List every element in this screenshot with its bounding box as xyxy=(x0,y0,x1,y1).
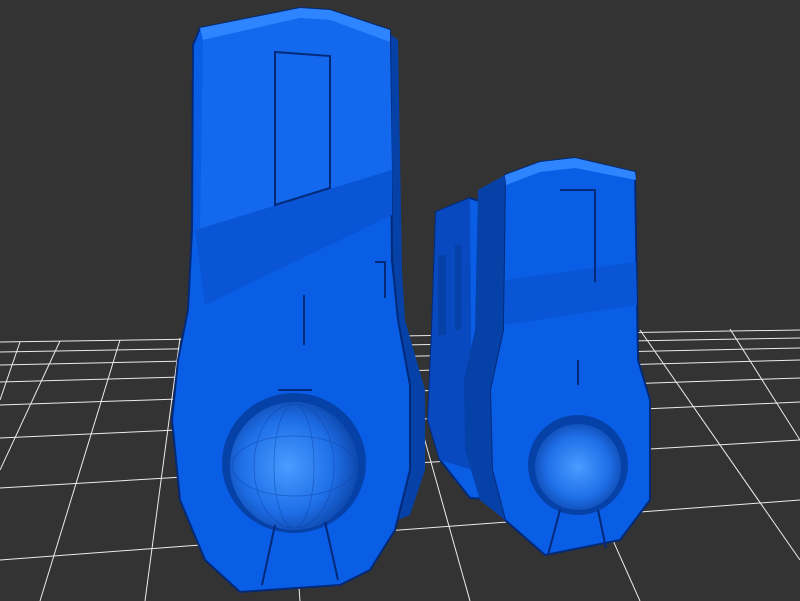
small-ball-joint xyxy=(535,424,621,510)
3d-viewport[interactable] xyxy=(0,0,800,601)
scene-canvas[interactable] xyxy=(0,0,800,601)
small-part xyxy=(464,156,651,557)
large-part xyxy=(170,6,425,594)
large-ball-joint xyxy=(230,402,358,530)
